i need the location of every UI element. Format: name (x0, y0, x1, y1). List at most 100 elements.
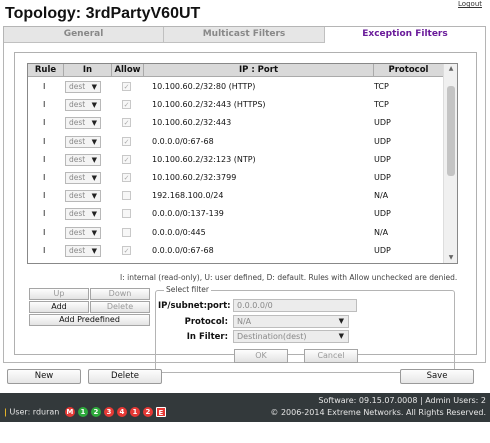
in-select[interactable]: dest ▼ (65, 226, 101, 239)
in-select[interactable]: dest ▼ (65, 99, 101, 112)
status-bar: | User: rduran M123412E Software: 09.15.… (0, 393, 490, 422)
check-icon: ✓ (123, 83, 130, 91)
delete-button[interactable]: Delete (88, 369, 162, 384)
rule-cell: I (43, 173, 46, 182)
ip-port-cell: 0.0.0.0/0:67-68 (152, 245, 214, 255)
check-icon: ✓ (123, 155, 130, 164)
in-select[interactable]: dest ▼ (65, 117, 101, 130)
protocol-cell: UDP (374, 209, 391, 219)
select-filter-legend: Select filter (164, 285, 211, 294)
rule-cell: I (43, 100, 46, 110)
scroll-up-icon[interactable]: ▲ (444, 64, 457, 74)
table-row[interactable]: Idest ▼ ✓ 10.100.60.2/32:80 (HTTP) TCP (28, 78, 443, 96)
status-badge[interactable]: 4 (116, 407, 127, 417)
table-row[interactable]: Idest ▼ ✓ 10.100.60.2/32:123 (NTP) UDP (28, 151, 443, 169)
in-select-value: dest (69, 173, 86, 182)
in-filter-select[interactable]: Destination(dest) ▼ (233, 330, 349, 343)
in-select-value: dest (69, 209, 86, 219)
ip-subnet-port-field[interactable]: 0.0.0.0/0 (233, 299, 357, 312)
scroll-thumb[interactable] (447, 86, 455, 176)
scroll-down-icon[interactable]: ▼ (444, 253, 457, 263)
protocol-cell: N/A (374, 191, 389, 201)
column-header-rule: Rule (28, 64, 64, 77)
delete-rule-button[interactable]: Delete (90, 301, 150, 313)
check-icon: ✓ (123, 101, 130, 110)
ip-subnet-port-label: IP/subnet:port: (158, 301, 231, 311)
allow-checkbox[interactable]: ✓ (122, 136, 131, 146)
tab-multicast-filters[interactable]: Multicast Filters (164, 27, 325, 43)
table-row[interactable]: Idest ▼ 0.0.0.0/0:445 N/A (28, 224, 443, 242)
status-badge[interactable]: 2 (90, 407, 101, 417)
status-badge[interactable]: 2 (142, 407, 153, 417)
allow-checkbox[interactable] (122, 227, 131, 237)
table-scrollbar[interactable]: ▲ ▼ (443, 64, 457, 263)
rule-cell: I (43, 209, 46, 219)
status-badge[interactable]: E (155, 407, 166, 417)
in-select-value: dest (69, 154, 86, 164)
in-select[interactable]: dest ▼ (65, 190, 101, 203)
check-icon: ✓ (123, 119, 130, 128)
in-select-value: dest (69, 100, 86, 110)
ip-port-cell: 10.100.60.2/32:80 (HTTP) (152, 82, 256, 91)
in-select[interactable]: dest ▼ (65, 81, 101, 93)
allow-checkbox[interactable]: ✓ (122, 173, 131, 182)
allow-checkbox[interactable]: ✓ (122, 118, 131, 128)
tab-exception-filters[interactable]: Exception Filters (325, 27, 485, 43)
save-button[interactable]: Save (400, 369, 474, 384)
status-badges: M123412E (62, 407, 166, 417)
add-predefined-button[interactable]: Add Predefined (29, 314, 150, 326)
allow-checkbox[interactable]: ✓ (122, 154, 131, 164)
allow-checkbox[interactable]: ✓ (122, 82, 131, 91)
table-row[interactable]: Idest ▼ ✓ 10.100.60.2/32:3799 UDP (28, 169, 443, 187)
protocol-select[interactable]: N/A ▼ (233, 315, 349, 328)
in-select[interactable]: dest ▼ (65, 153, 101, 166)
in-select[interactable]: dest ▼ (65, 208, 101, 221)
table-row[interactable]: Idest ▼ ✓ 0.0.0.0/0:67-68 UDP (28, 133, 443, 151)
allow-checkbox[interactable] (122, 209, 131, 219)
allow-checkbox[interactable] (122, 191, 131, 201)
check-icon: ✓ (123, 174, 130, 182)
new-button[interactable]: New (7, 369, 81, 384)
table-row[interactable]: Idest ▼ ✓ 10.100.60.2/32:443 (HTTPS) TCP (28, 96, 443, 114)
software-version: Software: 09.15.07.0008 | Admin Users: 2 (318, 396, 486, 405)
rule-cell: I (43, 118, 46, 128)
cancel-button[interactable]: Cancel (304, 349, 358, 363)
tab-general[interactable]: General (4, 27, 164, 43)
table-row[interactable]: Idest ▼ ✓ 0.0.0.0/0:67-68 UDP (28, 242, 443, 260)
rule-cell: I (43, 136, 46, 146)
ip-port-cell: 10.100.60.2/32:443 (152, 118, 232, 128)
rule-cell: I (43, 245, 46, 255)
logout-link[interactable]: Logout (458, 0, 482, 8)
in-select[interactable]: dest ▼ (65, 135, 101, 148)
down-button[interactable]: Down (90, 288, 150, 300)
page-title: Topology: 3rdPartyV60UT (5, 5, 201, 22)
table-row[interactable]: Idest ▼ ✓ 10.100.60.2/32:443 UDP (28, 114, 443, 132)
user-status: | User: rduran M123412E (4, 407, 166, 417)
add-button[interactable]: Add (29, 301, 89, 313)
copyright: © 2006-2014 Extreme Networks. All Rights… (270, 408, 486, 417)
ip-port-cell: 0.0.0.0/0:67-68 (152, 136, 214, 146)
protocol-select-value: N/A (237, 317, 252, 326)
topology-panel: General Multicast Filters Exception Filt… (3, 26, 486, 373)
protocol-cell: TCP (374, 100, 389, 110)
column-header-allow: Allow (112, 64, 144, 77)
allow-checkbox[interactable]: ✓ (122, 100, 131, 110)
status-badge[interactable]: 1 (77, 407, 88, 417)
status-badge[interactable]: 3 (103, 407, 114, 417)
table-row[interactable]: Idest ▼ 0.0.0.0/0:137-139 UDP (28, 205, 443, 223)
column-header-in: In (64, 64, 112, 77)
chevron-down-icon: ▼ (338, 317, 344, 325)
in-select[interactable]: dest ▼ (65, 244, 101, 257)
up-button[interactable]: Up (29, 288, 89, 300)
allow-checkbox[interactable]: ✓ (122, 245, 131, 255)
status-badge[interactable]: 1 (129, 407, 140, 417)
protocol-label: Protocol: (184, 317, 228, 327)
ip-port-cell: 10.100.60.2/32:443 (HTTPS) (152, 100, 266, 110)
protocol-cell: UDP (374, 118, 391, 128)
in-select[interactable]: dest ▼ (65, 172, 101, 184)
protocol-cell: N/A (374, 227, 389, 237)
table-row[interactable]: Idest ▼ 192.168.100.0/24 N/A (28, 187, 443, 205)
ok-button[interactable]: OK (234, 349, 288, 363)
check-icon: ✓ (123, 137, 130, 146)
status-badge[interactable]: M (64, 407, 75, 417)
